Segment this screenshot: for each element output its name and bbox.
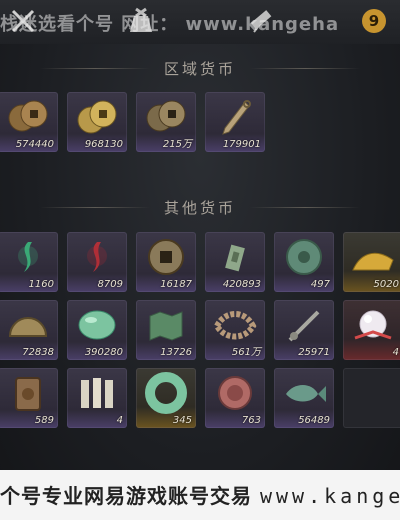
footer-watermark: 个号专业网易游戏账号交易 www.kangehao.c <box>0 470 400 520</box>
notification-badge[interactable]: 9 <box>362 9 386 33</box>
currency-item[interactable]: 56489 <box>274 368 334 428</box>
coin-sword-icon <box>288 310 320 342</box>
currency-item[interactable]: 763 <box>205 368 265 428</box>
item-count: 763 <box>241 415 261 426</box>
item-count: 589 <box>34 415 54 426</box>
currency-item[interactable]: 345 <box>136 368 196 428</box>
currency-item[interactable]: 420893 <box>205 232 265 292</box>
item-count: 72838 <box>22 347 54 358</box>
item-count: 25971 <box>298 347 330 358</box>
top-bar: 栈迷选看个号 网址： www.kangeha 9 <box>0 0 400 44</box>
currency-item[interactable]: 4 <box>67 368 127 428</box>
currency-item[interactable]: 574440 <box>0 92 58 152</box>
currency-item[interactable]: 13726 <box>136 300 196 360</box>
currency-item[interactable]: 8709 <box>67 232 127 292</box>
knife-coin-icon <box>222 100 251 135</box>
red-medallion-icon <box>218 376 252 410</box>
jade-disc-icon <box>286 239 322 275</box>
currency-item[interactable]: 5020 <box>343 232 400 292</box>
item-count: 968130 <box>84 139 123 150</box>
currency-item[interactable]: 179901 <box>205 92 265 152</box>
item-count: 561万 <box>231 347 261 358</box>
watermark-text: 栈迷选看个号 网址： www.kangeha <box>0 14 340 35</box>
footer-text: 个号专业网易游戏账号交易 www.kangehao.c <box>0 480 400 509</box>
currency-item[interactable]: 497 <box>274 232 334 292</box>
bronze-coins-icon <box>146 100 186 132</box>
bone-tablets-icon <box>81 378 113 408</box>
bronze-plaque-icon <box>15 377 41 411</box>
green-map-icon <box>149 311 183 341</box>
currency-item[interactable]: 390280 <box>67 300 127 360</box>
item-count: 56489 <box>298 415 330 426</box>
item-count: 16187 <box>160 279 192 290</box>
currency-item[interactable]: 589 <box>0 368 58 428</box>
currency-item[interactable]: 16187 <box>136 232 196 292</box>
item-count: 215万 <box>162 139 192 150</box>
item-count: 345 <box>172 415 192 426</box>
item-count: 8709 <box>97 279 123 290</box>
item-count: 1160 <box>28 279 54 290</box>
item-count: 574440 <box>15 139 54 150</box>
item-count: 420893 <box>222 279 261 290</box>
item-count: 5020 <box>373 279 399 290</box>
bead-string-icon <box>213 311 257 340</box>
currency-item[interactable]: 1160 <box>0 232 58 292</box>
jade-ring-icon <box>145 372 187 414</box>
jade-stone-icon <box>78 310 116 340</box>
divider <box>250 68 360 69</box>
currency-item[interactable]: 25971 <box>274 300 334 360</box>
copper-coins-icon <box>8 100 48 132</box>
item-count: 390280 <box>84 347 123 358</box>
currency-item[interactable]: 4 <box>343 300 400 360</box>
gold-pile-icon <box>352 252 394 271</box>
green-spirit-icon <box>18 242 38 272</box>
item-count: 4 <box>116 415 123 426</box>
jade-fish-icon <box>286 385 326 402</box>
divider <box>250 207 360 208</box>
item-count: 179901 <box>222 139 261 150</box>
square-hole-coin-icon <box>148 239 184 275</box>
currency-item[interactable]: 561万 <box>205 300 265 360</box>
item-count: 4 <box>392 347 399 358</box>
footer-url: www.kangehao.c <box>259 484 400 508</box>
item-count: 13726 <box>160 347 192 358</box>
gold-coins-icon <box>77 100 117 134</box>
red-spirit-icon <box>87 242 107 272</box>
footer-slogan: 个号专业网易游戏账号交易 <box>0 484 260 508</box>
currency-item[interactable]: 72838 <box>0 300 58 360</box>
empty-slot <box>343 368 400 428</box>
currency-item[interactable]: 968130 <box>67 92 127 152</box>
half-coin-icon <box>8 317 48 337</box>
currency-item[interactable]: 215万 <box>136 92 196 152</box>
pearl-icon <box>354 310 392 340</box>
item-count: 497 <box>310 279 330 290</box>
jade-tag-icon <box>225 244 245 272</box>
